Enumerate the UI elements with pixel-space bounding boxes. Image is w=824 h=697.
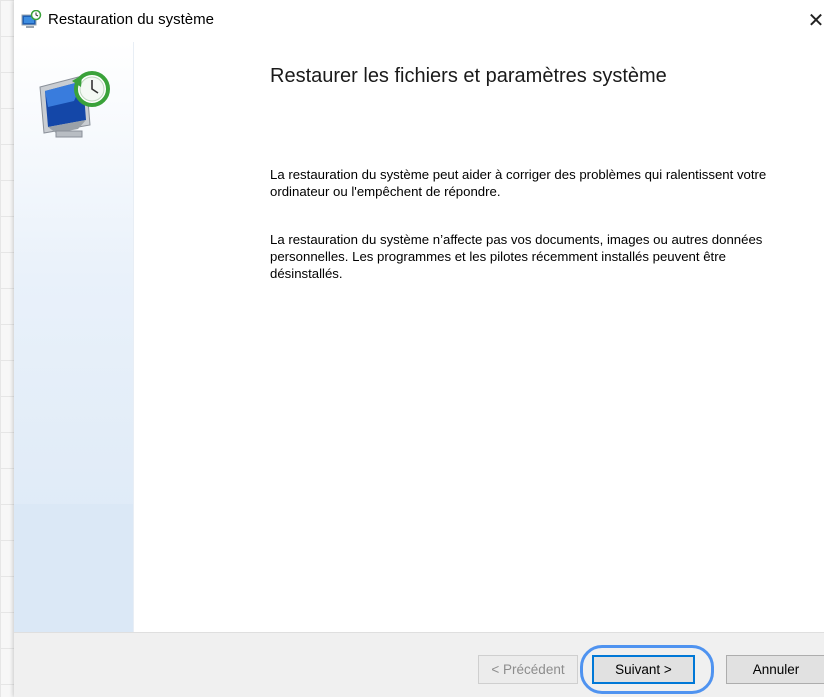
button-bar: < Précédent Suivant > Annuler bbox=[14, 632, 824, 697]
previous-button[interactable]: < Précédent bbox=[478, 655, 578, 684]
description-paragraph-1: La restauration du système peut aider à … bbox=[270, 167, 767, 199]
content-pane: Restaurer les fichiers et paramètres sys… bbox=[134, 42, 824, 632]
description-paragraph-2: La restauration du système n’affecte pas… bbox=[270, 232, 763, 281]
title-bar[interactable]: Restauration du système ✕ bbox=[14, 0, 824, 42]
system-restore-monitor-icon bbox=[39, 71, 110, 138]
desktop-background: Restauration du système ✕ Restaurer les … bbox=[0, 0, 824, 697]
sidebar-lower-band bbox=[14, 504, 133, 632]
system-restore-icon bbox=[21, 10, 42, 28]
window-title: Restauration du système bbox=[48, 11, 214, 28]
close-icon: ✕ bbox=[807, 10, 824, 32]
sidebar-panel bbox=[14, 42, 134, 632]
close-button[interactable]: ✕ bbox=[804, 8, 824, 34]
next-button[interactable]: Suivant > bbox=[592, 655, 695, 684]
system-restore-dialog: Restauration du système ✕ Restaurer les … bbox=[14, 0, 824, 697]
cancel-button[interactable]: Annuler bbox=[726, 655, 824, 684]
page-heading: Restaurer les fichiers et paramètres sys… bbox=[270, 65, 667, 87]
